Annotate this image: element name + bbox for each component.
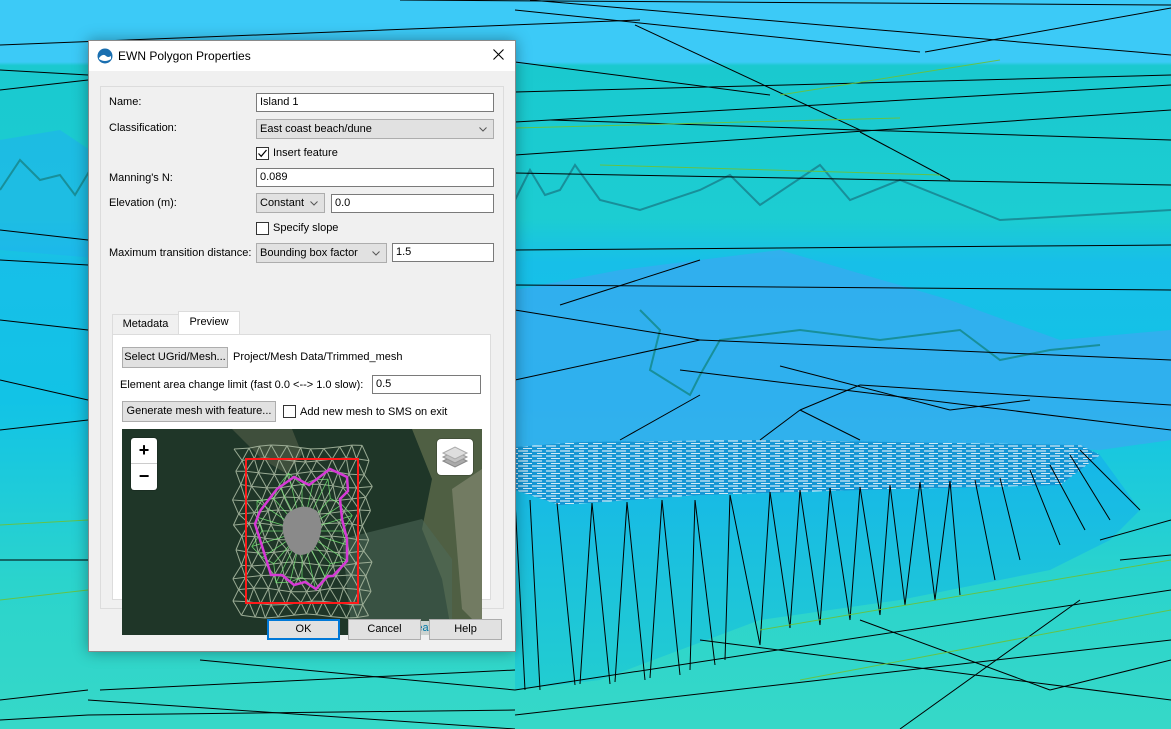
elevation-mode-dropdown[interactable]: Constant <box>256 193 325 213</box>
max-transition-input[interactable]: 1.5 <box>392 243 494 262</box>
mannings-n-input[interactable]: 0.089 <box>256 168 494 187</box>
zoom-out-button[interactable]: − <box>131 464 157 490</box>
layers-icon <box>441 446 469 468</box>
tab-preview[interactable]: Preview <box>178 311 240 334</box>
preview-map[interactable]: + − Leaflet | ESRI <box>122 429 482 635</box>
mesh-edge <box>298 577 314 580</box>
mesh-edge <box>271 444 288 447</box>
name-input[interactable]: Island 1 <box>256 93 494 112</box>
checkmark-icon <box>258 149 267 158</box>
select-ugrid-mesh-button[interactable]: Select UGrid/Mesh... <box>122 347 228 368</box>
mannings-n-label: Manning's N: <box>109 172 173 184</box>
chevron-down-icon <box>479 127 487 132</box>
insert-feature-checkbox[interactable] <box>256 147 269 160</box>
max-transition-label: Maximum transition distance: <box>109 247 252 259</box>
cancel-button[interactable]: Cancel <box>348 619 421 640</box>
help-button[interactable]: Help <box>429 619 502 640</box>
specify-slope-checkbox[interactable] <box>256 222 269 235</box>
map-zoom-control: + − <box>131 438 157 490</box>
close-button[interactable] <box>481 41 515 71</box>
classification-dropdown[interactable]: East coast beach/dune <box>256 119 494 139</box>
dialog-title: EWN Polygon Properties <box>118 49 251 63</box>
mesh-path-text: Project/Mesh Data/Trimmed_mesh <box>233 351 403 363</box>
dialog-titlebar[interactable]: EWN Polygon Properties <box>89 41 515 71</box>
layers-button[interactable] <box>437 439 473 475</box>
mesh-edge <box>258 551 275 554</box>
mesh-edge <box>359 509 371 512</box>
add-mesh-label: Add new mesh to SMS on exit <box>300 406 448 418</box>
preview-tab-page: Select UGrid/Mesh... Project/Mesh Data/T… <box>112 334 491 635</box>
chevron-down-icon <box>310 201 318 206</box>
name-label: Name: <box>109 96 142 108</box>
generate-mesh-button[interactable]: Generate mesh with feature... <box>122 401 276 422</box>
zoom-in-button[interactable]: + <box>131 438 157 464</box>
satellite-imagery <box>122 429 482 635</box>
ewn-logo-icon <box>97 48 113 64</box>
elevation-label: Elevation (m): <box>109 197 177 209</box>
max-transition-mode-value: Bounding box factor <box>260 247 358 259</box>
area-change-input[interactable]: 0.5 <box>372 375 481 394</box>
classification-label: Classification: <box>109 122 177 134</box>
close-icon <box>492 49 504 63</box>
tab-metadata[interactable]: Metadata <box>112 314 179 334</box>
elevation-input[interactable]: 0.0 <box>331 194 494 213</box>
classification-value: East coast beach/dune <box>260 123 372 135</box>
elevation-mode-value: Constant <box>260 197 305 209</box>
specify-slope-label: Specify slope <box>273 222 339 234</box>
add-mesh-checkbox[interactable] <box>283 405 296 418</box>
mesh-edge <box>346 616 358 619</box>
mesh-edge <box>284 496 299 499</box>
ok-button[interactable]: OK <box>267 619 340 640</box>
insert-feature-label: Insert feature <box>273 147 338 159</box>
properties-panel: Name: Island 1 Classification: East coas… <box>100 86 504 635</box>
ewn-polygon-properties-dialog: EWN Polygon Properties Name: Island 1 Cl… <box>88 40 516 652</box>
chevron-down-icon <box>372 251 380 256</box>
max-transition-mode-dropdown[interactable]: Bounding box factor <box>256 243 387 263</box>
area-change-label: Element area change limit (fast 0.0 <-->… <box>120 379 364 391</box>
